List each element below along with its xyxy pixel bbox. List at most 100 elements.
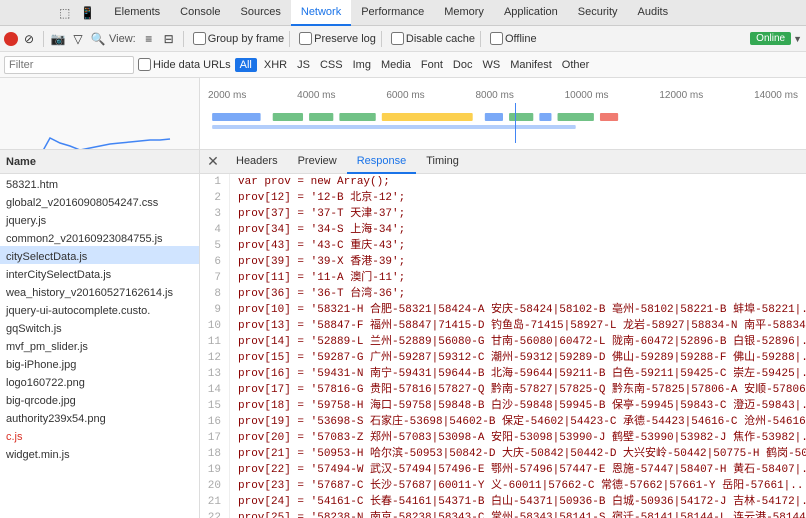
code-line: 8prov[36] = '36-T 台湾-36'; [200, 286, 806, 302]
devtools-icons: ⬚ 📱 [50, 4, 104, 22]
code-content: prov[17] = '57816-G 贵阳-57816|57827-Q 黔南-… [238, 382, 806, 398]
line-number: 22 [200, 510, 230, 518]
filter-type-manifest[interactable]: Manifest [507, 58, 555, 72]
preserve-log-label: Preserve log [314, 33, 376, 45]
toolbar-separator-2 [183, 31, 184, 47]
online-dropdown-icon[interactable]: ▼ [793, 34, 802, 44]
tab-application[interactable]: Application [494, 0, 568, 26]
search-icon[interactable]: 🔍 [89, 30, 107, 48]
file-item[interactable]: gqSwitch.js [0, 318, 199, 336]
line-number: 21 [200, 494, 230, 510]
toolbar-separator-1 [43, 31, 44, 47]
disable-cache-checkbox[interactable] [391, 32, 404, 45]
device-icon[interactable]: 📱 [77, 4, 98, 22]
code-line: 16 prov[19] = '53698-S 石家庄-53698|54602-B … [200, 414, 806, 430]
code-line: 3prov[37] = '37-T 天津-37'; [200, 206, 806, 222]
group-by-frame-label: Group by frame [208, 33, 284, 45]
file-item[interactable]: common2_v20160923084755.js [0, 228, 199, 246]
tab-network[interactable]: Network [291, 0, 351, 26]
inspect-icon[interactable]: ⬚ [56, 4, 73, 22]
filter-input[interactable] [4, 56, 134, 74]
record-button[interactable] [4, 32, 18, 46]
line-number: 13 [200, 366, 230, 382]
file-item[interactable]: jquery-ui-autocomplete.custo. [0, 300, 199, 318]
view-list-icon[interactable]: ≡ [140, 30, 158, 48]
tab-performance[interactable]: Performance [351, 0, 434, 26]
file-item[interactable]: widget.min.js [0, 444, 199, 462]
close-panel-button[interactable]: ✕ [204, 153, 222, 171]
code-content: prov[19] = '53698-S 石家庄-53698|54602-B 保定… [238, 414, 806, 430]
file-item[interactable]: wea_history_v20160527162614.js [0, 282, 199, 300]
tab-timing[interactable]: Timing [416, 150, 469, 174]
filter-type-other[interactable]: Other [559, 58, 593, 72]
file-item[interactable]: 58321.htm [0, 174, 199, 192]
offline-group: Offline [490, 32, 537, 45]
line-number: 15 [200, 398, 230, 414]
code-line: 1var prov = new Array(); [200, 174, 806, 190]
hide-data-urls-checkbox[interactable] [138, 58, 151, 71]
online-badge: Online [750, 32, 791, 45]
filter-type-doc[interactable]: Doc [450, 58, 476, 72]
filter-type-xhr[interactable]: XHR [261, 58, 290, 72]
code-content: prov[21] = '50953-H 哈尔滨-50953|50842-D 大庆… [238, 446, 806, 462]
all-filter-badge[interactable]: All [235, 58, 257, 72]
tab-audits[interactable]: Audits [628, 0, 679, 26]
tab-security[interactable]: Security [568, 0, 628, 26]
tab-preview[interactable]: Preview [288, 150, 347, 174]
timeline-label-2: 6000 ms [386, 90, 424, 101]
tab-memory[interactable]: Memory [434, 0, 494, 26]
file-item[interactable]: c.js [0, 426, 199, 444]
file-item[interactable]: jquery.js [0, 210, 199, 228]
offline-checkbox[interactable] [490, 32, 503, 45]
timeline-label-5: 12000 ms [659, 90, 703, 101]
file-item[interactable]: big-qrcode.jpg [0, 390, 199, 408]
group-by-frame-checkbox[interactable] [193, 32, 206, 45]
filter-type-media[interactable]: Media [378, 58, 414, 72]
line-number: 5 [200, 238, 230, 254]
line-number: 9 [200, 302, 230, 318]
camera-icon[interactable]: 📷 [49, 30, 67, 48]
preserve-log-checkbox[interactable] [299, 32, 312, 45]
code-line: 17prov[20] = '57083-Z 郑州-57083|53098-A 安… [200, 430, 806, 446]
tab-elements[interactable]: Elements [104, 0, 170, 26]
file-item[interactable]: authority239x54.png [0, 408, 199, 426]
filter-type-js[interactable]: JS [294, 58, 313, 72]
tab-console[interactable]: Console [170, 0, 230, 26]
toolbar-separator-3 [289, 31, 290, 47]
code-content: prov[14] = '52889-L 兰州-52889|56080-G 甘南-… [238, 334, 806, 350]
code-line: 11prov[14] = '52889-L 兰州-52889|56080-G 甘… [200, 334, 806, 350]
line-number: 12 [200, 350, 230, 366]
file-item[interactable]: mvf_pm_slider.js [0, 336, 199, 354]
code-line: 2prov[12] = '12-B 北京-12'; [200, 190, 806, 206]
filter-type-img[interactable]: Img [350, 58, 374, 72]
network-toolbar: ⊘ 📷 ▽ 🔍 View: ≡ ⊟ Group by frame Preserv… [0, 26, 806, 52]
line-number: 3 [200, 206, 230, 222]
file-item[interactable]: citySelectData.js [0, 246, 199, 264]
code-line: 18prov[21] = '50953-H 哈尔滨-50953|50842-D … [200, 446, 806, 462]
code-content: prov[20] = '57083-Z 郑州-57083|53098-A 安阳-… [238, 430, 806, 446]
filter-type-ws[interactable]: WS [479, 58, 503, 72]
file-item[interactable]: big-iPhone.jpg [0, 354, 199, 372]
filter-type-font[interactable]: Font [418, 58, 446, 72]
view-large-icon[interactable]: ⊟ [160, 30, 178, 48]
tab-sources[interactable]: Sources [231, 0, 291, 26]
clear-button[interactable]: ⊘ [20, 30, 38, 48]
file-item[interactable]: logo160722.png [0, 372, 199, 390]
code-content: prov[39] = '39-X 香港-39'; [238, 254, 405, 270]
line-number: 16 [200, 414, 230, 430]
code-line: 4prov[34] = '34-S 上海-34'; [200, 222, 806, 238]
filter-type-css[interactable]: CSS [317, 58, 346, 72]
preserve-log-group: Preserve log [299, 32, 376, 45]
filter-icon[interactable]: ▽ [69, 30, 87, 48]
code-content: prov[22] = '57494-W 武汉-57494|57496-E 鄂州-… [238, 462, 806, 478]
tab-response[interactable]: Response [347, 150, 417, 174]
file-item[interactable]: global2_v20160908054247.css [0, 192, 199, 210]
devtools-tabs: ⬚ 📱 Elements Console Sources Network Per… [0, 0, 806, 26]
file-item[interactable]: interCitySelectData.js [0, 264, 199, 282]
code-line: 21prov[24] = '54161-C 长春-54161|54371-B 白… [200, 494, 806, 510]
code-area: 1var prov = new Array();2prov[12] = '12-… [200, 174, 806, 518]
view-label: View: [109, 33, 136, 45]
right-panel: ✕ Headers Preview Response Timing 1var p… [200, 150, 806, 518]
code-content: prov[16] = '59431-N 南宁-59431|59644-B 北海-… [238, 366, 806, 382]
tab-headers[interactable]: Headers [226, 150, 288, 174]
